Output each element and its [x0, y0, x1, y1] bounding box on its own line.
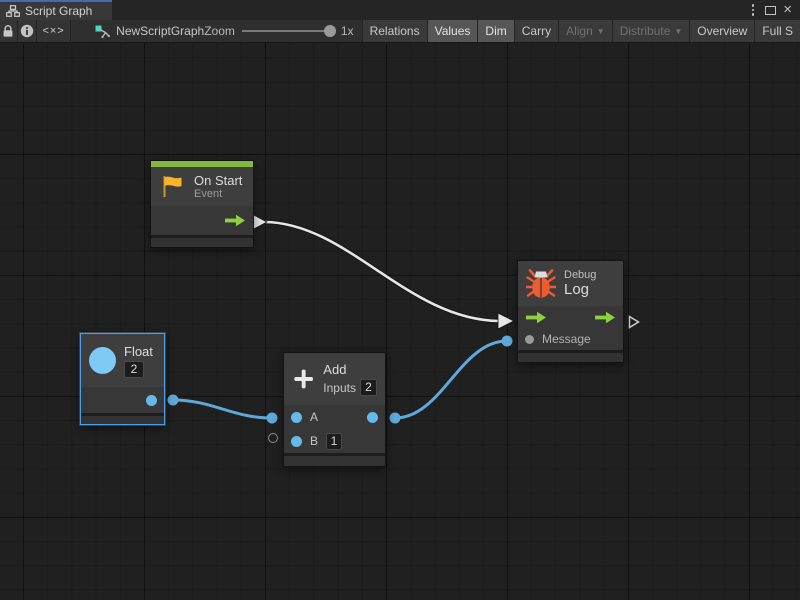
port-b-value-field[interactable]: 1: [326, 433, 342, 450]
node-header: Debug Log: [518, 261, 623, 306]
node-debug-log[interactable]: Debug Log Me: [517, 260, 624, 363]
tab-label: Script Graph: [25, 4, 92, 18]
chevron-down-icon: ▼: [674, 27, 682, 36]
dim-button[interactable]: Dim: [477, 20, 513, 42]
script-graph-asset-icon: [95, 25, 110, 38]
float-value-field[interactable]: 2: [124, 361, 144, 378]
align-dropdown[interactable]: Align ▼: [558, 20, 612, 42]
float-type-icon: [89, 347, 116, 374]
node-ports: Message: [518, 306, 623, 350]
wire-add-to-log-message[interactable]: [390, 336, 513, 424]
wire-float-to-add-a[interactable]: [168, 395, 278, 424]
graph-toolbar: <×> NewScriptGraph Zoom 1x Relations Val: [0, 20, 800, 43]
zoom-slider-track[interactable]: [242, 30, 334, 32]
inputs-count-field[interactable]: 2: [360, 379, 377, 396]
chevron-down-icon: ▼: [597, 27, 605, 36]
flag-icon: [159, 173, 186, 200]
bug-icon: [526, 268, 556, 300]
node-subtitle: Event: [194, 188, 242, 200]
zoom-label: Zoom: [204, 24, 235, 38]
zoom-control: Zoom 1x: [204, 20, 361, 42]
node-title: Add: [323, 362, 377, 377]
edit-script-button[interactable]: <×>: [37, 20, 71, 42]
inputs-label: Inputs: [323, 381, 356, 395]
unconnected-flow-triangle[interactable]: [627, 314, 641, 330]
relations-button[interactable]: Relations: [362, 20, 427, 42]
toolbar-buttons: Relations Values Dim Carry Align ▼ Distr…: [362, 20, 800, 42]
node-title: Float: [124, 344, 153, 359]
info-icon: [20, 24, 34, 38]
node-title: On Start: [194, 173, 242, 188]
node-footer: [284, 456, 385, 466]
node-footer: [151, 238, 253, 247]
close-icon[interactable]: ×: [783, 4, 792, 16]
window-menu-icon[interactable]: [748, 2, 759, 18]
graph-breadcrumb[interactable]: NewScriptGraph: [71, 20, 204, 42]
value-output-port[interactable]: [367, 412, 378, 423]
node-ports: [151, 206, 253, 235]
connection-wires: [0, 43, 800, 600]
node-add[interactable]: Add Inputs 2 A B 1: [283, 352, 386, 467]
lock-icon: [2, 24, 14, 38]
node-header: On Start Event: [151, 167, 253, 206]
port-label: Message: [542, 332, 591, 346]
values-button[interactable]: Values: [427, 20, 478, 42]
zoom-slider-handle[interactable]: [324, 25, 336, 37]
input-port-b[interactable]: [291, 436, 302, 447]
node-title: Log: [564, 281, 596, 298]
node-subtitle: Debug: [564, 269, 596, 281]
tab-bar: Script Graph ×: [0, 0, 800, 20]
port-label: A: [310, 410, 318, 424]
graph-hierarchy-icon: [6, 5, 20, 17]
node-ports: A B 1: [284, 405, 385, 453]
script-graph-window: Script Graph × <×>: [0, 0, 800, 600]
message-input-port[interactable]: [525, 335, 534, 344]
window-controls: ×: [748, 0, 800, 20]
graph-canvas[interactable]: On Start Event: [0, 43, 800, 600]
graph-name: NewScriptGraph: [116, 24, 204, 38]
node-header: Float 2: [81, 334, 164, 387]
node-ports: [81, 387, 164, 413]
node-on-start[interactable]: On Start Event: [150, 160, 254, 248]
unconnected-port-circle[interactable]: [268, 433, 278, 443]
flow-input-port[interactable]: [525, 311, 547, 324]
node-header: Add Inputs 2: [284, 353, 385, 405]
zoom-slider[interactable]: [242, 25, 334, 37]
node-footer: [518, 353, 623, 362]
port-label: B: [310, 434, 318, 448]
node-float[interactable]: Float 2: [80, 333, 165, 425]
fullscreen-button[interactable]: Full S: [754, 20, 800, 42]
zoom-value: 1x: [341, 24, 354, 38]
code-icon: <×>: [42, 25, 64, 37]
overview-button[interactable]: Overview: [689, 20, 754, 42]
node-footer: [81, 416, 164, 424]
value-output-port[interactable]: [146, 395, 157, 406]
lock-button[interactable]: [0, 20, 18, 42]
flow-output-port[interactable]: [224, 214, 246, 227]
tab-script-graph[interactable]: Script Graph: [0, 0, 112, 20]
input-port-a[interactable]: [291, 412, 302, 423]
plus-icon: [292, 364, 315, 394]
distribute-dropdown[interactable]: Distribute ▼: [612, 20, 690, 42]
maximize-icon[interactable]: [765, 6, 776, 15]
carry-button[interactable]: Carry: [514, 20, 558, 42]
inspect-button[interactable]: [18, 20, 37, 42]
wire-onstart-to-log[interactable]: [252, 214, 514, 329]
flow-output-port[interactable]: [594, 311, 616, 324]
